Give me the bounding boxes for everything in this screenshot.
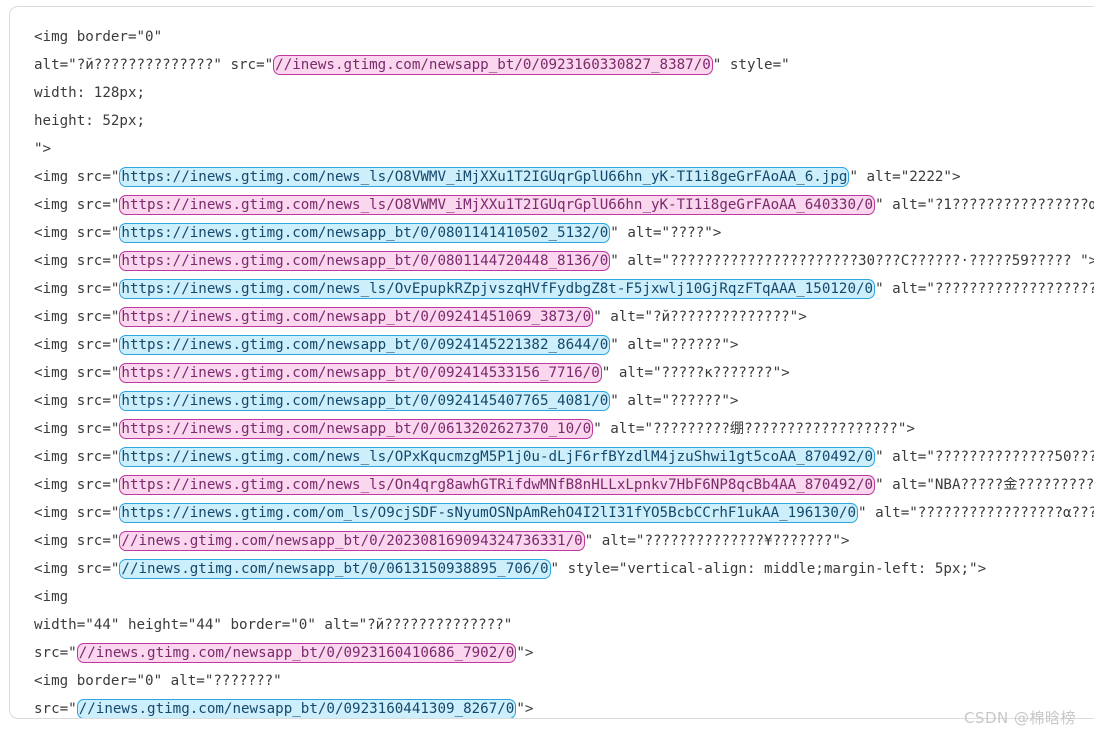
code-text: " alt="????"> (610, 225, 722, 241)
code-text: " alt="??????????????50??????????????" (875, 449, 1094, 465)
code-text: " style="vertical-align: middle;margin-l… (550, 561, 987, 577)
code-line: <img src=" https://inews.gtimg.com/newsap… (34, 219, 1094, 247)
code-line: "> (34, 135, 1094, 163)
url-link[interactable]: //inews.gtimg.com/newsapp_bt/0/092316033… (273, 55, 713, 75)
code-line: height: 52px; (34, 107, 1094, 135)
url-link[interactable]: https://inews.gtimg.com/newsapp_bt/0/092… (119, 307, 594, 327)
code-text: " alt="??????"> (610, 337, 739, 353)
code-line: <img src="//inews.gtimg.com/newsapp_bt/0… (34, 555, 1094, 583)
code-text: <img src=" (34, 225, 120, 241)
code-text: " alt="?????????????????????????????????… (875, 281, 1094, 297)
code-text: <img src=" (34, 421, 120, 437)
code-lines-container[interactable]: <img border="0" alt="?й??????????????" sr… (10, 7, 1094, 718)
code-text: "> (516, 701, 534, 717)
code-text: " alt="?й??????????????"> (593, 309, 807, 325)
code-text: <img src=" (34, 505, 120, 521)
code-text: <img src=" (34, 561, 120, 577)
code-line: <img src=" https://inews.gtimg.com/news_l… (34, 443, 1094, 471)
url-link[interactable]: https://inews.gtimg.com/newsapp_bt/0/080… (119, 223, 611, 243)
code-text: <img src=" (34, 477, 120, 493)
url-link[interactable]: https://inews.gtimg.com/news_ls/OPxKqucm… (119, 447, 876, 467)
screenshot-root: <img border="0" alt="?й??????????????" sr… (0, 0, 1094, 738)
code-text: <img src=" (34, 253, 120, 269)
url-link[interactable]: https://inews.gtimg.com/news_ls/O8VWMV_i… (119, 167, 850, 187)
code-text: <img src=" (34, 281, 120, 297)
code-text: " alt="?????????????????α????"> (858, 505, 1094, 521)
code-text: height: 52px; (34, 113, 146, 129)
code-line: <img src=" https://inews.gtimg.com/news_l… (34, 275, 1094, 303)
code-line: <img src=" https://inews.gtimg.com/newsap… (34, 331, 1094, 359)
code-line: <img src=" https://inews.gtimg.com/newsap… (34, 247, 1094, 275)
code-text: <img src=" (34, 309, 120, 325)
code-text: width="44" height="44" border="0" alt="?… (34, 617, 513, 633)
code-line: <img (34, 583, 1094, 611)
csdn-watermark: CSDN @棉晗榜 (963, 709, 1076, 727)
code-text: alt="?й??????????????" src=" (34, 57, 274, 73)
code-block-panel: <img border="0" alt="?й??????????????" sr… (9, 6, 1094, 719)
code-line: <img src=" https://inews.gtimg.com/news_l… (34, 191, 1094, 219)
code-line: <img src=" https://inews.gtimg.com/newsap… (34, 359, 1094, 387)
code-line: <img border="0" (34, 23, 1094, 51)
code-text: " alt="NBA?????金??????????????????FMVP??… (875, 477, 1094, 493)
code-text: " style=" (712, 57, 790, 73)
url-link[interactable]: https://inews.gtimg.com/news_ls/O8VWMV_i… (119, 195, 876, 215)
code-text: src=" (34, 645, 77, 661)
code-line: <img src=" https://inews.gtimg.com/news_l… (34, 471, 1094, 499)
code-text: " alt="??????????????¥???????"> (584, 533, 850, 549)
code-text: <img src=" (34, 197, 120, 213)
url-link[interactable]: //inews.gtimg.com/newsapp_bt/0/202308169… (119, 531, 585, 551)
code-line: <img src="//inews.gtimg.com/newsapp_bt/0… (34, 527, 1094, 555)
url-link[interactable]: //inews.gtimg.com/newsapp_bt/0/092316041… (76, 643, 517, 663)
url-link[interactable]: https://inews.gtimg.com/newsapp_bt/0/061… (119, 419, 594, 439)
url-link[interactable]: https://inews.gtimg.com/om_ls/O9cjSDF-sN… (119, 503, 858, 523)
url-link[interactable]: https://inews.gtimg.com/newsapp_bt/0/092… (119, 363, 602, 383)
code-text: " alt="?????к???????"> (601, 365, 790, 381)
code-line: width="44" height="44" border="0" alt="?… (34, 611, 1094, 639)
code-text: <img src=" (34, 393, 120, 409)
code-line: <img border="0" alt="???????" (34, 667, 1094, 695)
url-link[interactable]: https://inews.gtimg.com/newsapp_bt/0/092… (119, 335, 611, 355)
code-text: <img src=" (34, 533, 120, 549)
url-link[interactable]: //inews.gtimg.com/newsapp_bt/0/092316044… (76, 699, 517, 718)
code-line: width: 128px; (34, 79, 1094, 107)
url-link[interactable]: https://inews.gtimg.com/news_ls/On4qrg8a… (119, 475, 876, 495)
url-link[interactable]: https://inews.gtimg.com/newsapp_bt/0/092… (119, 391, 611, 411)
code-line: alt="?й??????????????" src="//inews.gtim… (34, 51, 1094, 79)
code-text: "> (34, 141, 52, 157)
code-text: " alt="?????????绷??????????????????"> (593, 421, 915, 437)
code-line: <img src=" https://inews.gtimg.com/news_l… (34, 163, 1094, 191)
code-line: <img src=" https://inews.gtimg.com/newsap… (34, 303, 1094, 331)
url-link[interactable]: //inews.gtimg.com/newsapp_bt/0/061315093… (119, 559, 551, 579)
code-text: <img border="0" alt="???????" (34, 673, 282, 689)
url-link[interactable]: https://inews.gtimg.com/news_ls/OvEpupkR… (119, 279, 876, 299)
code-text: <img src=" (34, 169, 120, 185)
code-text: <img border="0" (34, 29, 163, 45)
code-line: <img src=" https://inews.gtimg.com/newsap… (34, 415, 1094, 443)
code-line: src="//inews.gtimg.com/newsapp_bt/0/0923… (34, 639, 1094, 667)
code-text: "> (516, 645, 534, 661)
code-line: src="//inews.gtimg.com/newsapp_bt/0/0923… (34, 695, 1094, 718)
url-link[interactable]: https://inews.gtimg.com/newsapp_bt/0/080… (119, 251, 611, 271)
code-text: " alt="2222"> (849, 169, 961, 185)
code-text: <img src=" (34, 337, 120, 353)
code-line: <img src=" https://inews.gtimg.com/newsap… (34, 387, 1094, 415)
code-text: <img (34, 589, 69, 605)
code-text: <img src=" (34, 365, 120, 381)
code-line: <img src=" https://inews.gtimg.com/om_ls/… (34, 499, 1094, 527)
code-text: " alt="?1????????????????α??????????????… (875, 197, 1094, 213)
code-text: src=" (34, 701, 77, 717)
code-text: width: 128px; (34, 85, 146, 101)
code-text: " alt="??????????????????????30???C?????… (610, 253, 1094, 269)
code-text: <img src=" (34, 449, 120, 465)
code-text: " alt="??????"> (610, 393, 739, 409)
